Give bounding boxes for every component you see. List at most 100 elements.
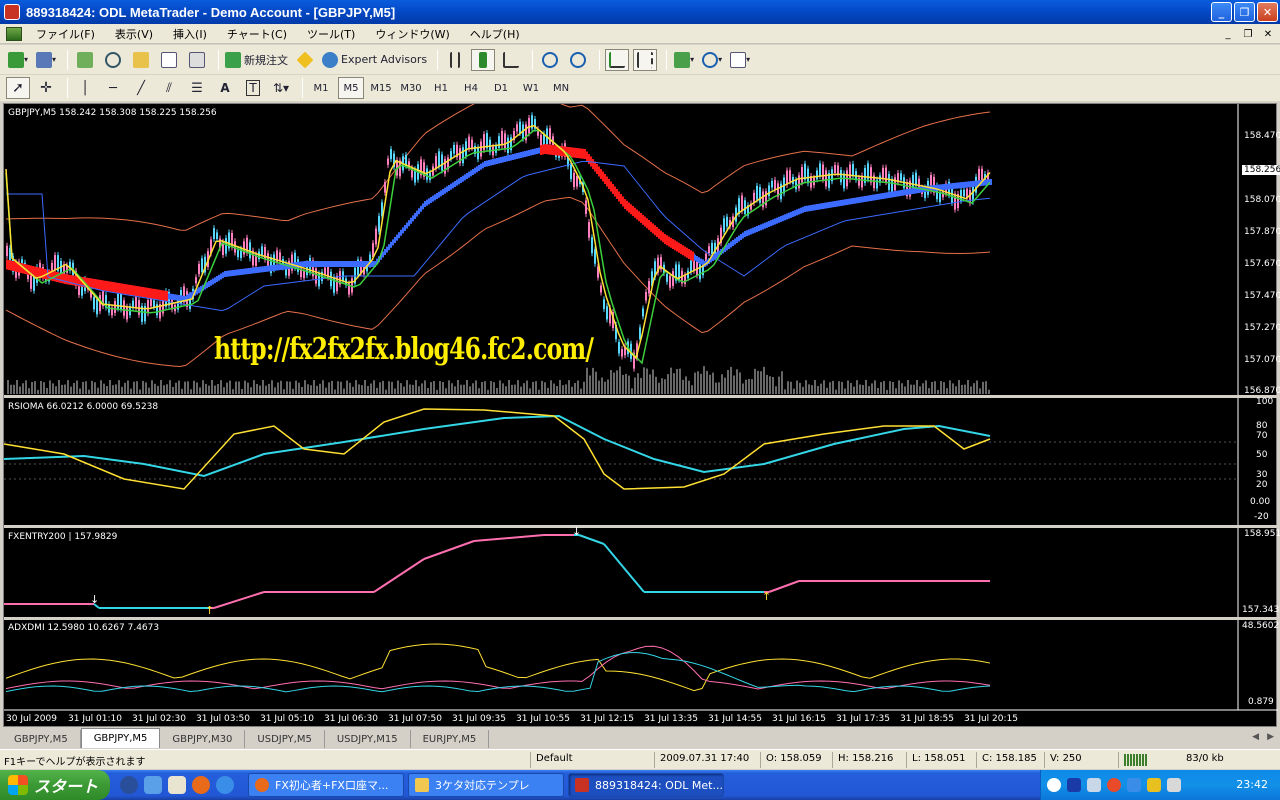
vertical-line-button[interactable]: │ xyxy=(73,77,97,99)
ma-ribbon-segment xyxy=(906,189,908,195)
menu-insert[interactable]: 挿入(I) xyxy=(163,26,217,42)
timeframe-m30-button[interactable]: M30 xyxy=(398,77,424,99)
ma-ribbon-segment xyxy=(684,246,686,257)
chart-window[interactable]: ↓ ↑ ↓ ↑ GBPJPY,M5 158.242 158.308 158.225 1… xyxy=(3,103,1280,728)
task-metatrader[interactable]: 889318424: ODL Met... xyxy=(568,773,724,797)
ma-ribbon-segment xyxy=(152,288,154,299)
ma-ribbon-segment xyxy=(864,196,866,202)
tab-eurjpy-m5[interactable]: EURJPY,M5 xyxy=(411,730,490,748)
market-watch-button[interactable] xyxy=(73,49,97,71)
candle-body xyxy=(840,169,842,183)
navigator-button[interactable] xyxy=(129,49,153,71)
browser-icon[interactable] xyxy=(144,776,162,794)
ma-ribbon-segment xyxy=(990,179,992,185)
tray-security-icon[interactable] xyxy=(1107,778,1121,792)
timeframe-mn-button[interactable]: MN xyxy=(548,77,574,99)
close-button[interactable]: ✕ xyxy=(1257,2,1278,22)
line-chart-button[interactable] xyxy=(499,49,523,71)
task-folder[interactable]: 3ケタ対応テンプレ xyxy=(408,773,564,797)
firefox-icon[interactable] xyxy=(192,776,210,794)
candlestick-button[interactable] xyxy=(471,48,496,71)
ma-ribbon-segment xyxy=(102,280,104,291)
data-window-button[interactable] xyxy=(101,49,125,71)
timeframe-h1-button[interactable]: H1 xyxy=(428,77,454,99)
ma-ribbon-segment xyxy=(274,264,276,271)
horizontal-line-button[interactable]: ─ xyxy=(101,77,125,99)
trendline-button[interactable]: ╱ xyxy=(129,77,153,99)
email-icon[interactable] xyxy=(168,776,186,794)
ma-ribbon-segment xyxy=(476,166,478,173)
mdi-minimize-button[interactable]: _ xyxy=(1220,27,1236,41)
ma-ribbon-segment xyxy=(574,147,576,158)
terminal-button[interactable] xyxy=(157,49,181,71)
timeframe-m1-button[interactable]: M1 xyxy=(308,77,334,99)
chart-document-icon[interactable] xyxy=(6,26,22,41)
ma-ribbon-segment xyxy=(868,195,870,202)
restore-button[interactable]: ❐ xyxy=(1234,2,1255,22)
menu-window[interactable]: ウィンドウ(W) xyxy=(365,26,459,42)
candle-body xyxy=(468,136,470,149)
ma-ribbon-segment xyxy=(772,219,774,226)
fibonacci-button[interactable]: ☰ xyxy=(185,77,209,99)
menu-file[interactable]: ファイル(F) xyxy=(26,26,105,42)
media-player-icon[interactable] xyxy=(120,776,138,794)
minimize-button[interactable]: _ xyxy=(1211,2,1232,22)
new-order-button[interactable]: 新規注文 xyxy=(224,49,289,71)
mdi-close-button[interactable]: ✕ xyxy=(1260,27,1276,41)
menu-tools[interactable]: ツール(T) xyxy=(297,26,365,42)
ma-ribbon-segment xyxy=(162,290,164,301)
cursor-button[interactable]: ➚ xyxy=(6,77,30,99)
timeframe-h4-button[interactable]: H4 xyxy=(458,77,484,99)
tray-sound-icon[interactable] xyxy=(1087,778,1101,792)
crosshair-button[interactable]: ✛ xyxy=(34,77,58,99)
task-firefox[interactable]: FX初心者+FX口座マ... xyxy=(248,773,404,797)
timeframe-m15-button[interactable]: M15 xyxy=(368,77,394,99)
tab-usdjpy-m15[interactable]: USDJPY,M15 xyxy=(325,730,411,748)
new-chart-button[interactable]: ▾ xyxy=(6,49,30,71)
tray-expand-icon[interactable] xyxy=(1047,778,1061,792)
ma-ribbon-segment xyxy=(456,179,458,186)
chart-canvas[interactable]: ↓ ↑ ↓ ↑ xyxy=(4,104,1278,728)
tab-usdjpy-m5[interactable]: USDJPY,M5 xyxy=(245,730,325,748)
timeframe-w1-button[interactable]: W1 xyxy=(518,77,544,99)
arrows-button[interactable]: ⇅▾ xyxy=(269,77,293,99)
tab-gbpjpy-m30[interactable]: GBPJPY,M30 xyxy=(160,730,246,748)
tray-network-icon[interactable] xyxy=(1127,778,1141,792)
internet-explorer-icon[interactable] xyxy=(216,776,234,794)
tab-gbpjpy-m5-active[interactable]: GBPJPY,M5 xyxy=(80,728,161,748)
timeframe-d1-button[interactable]: D1 xyxy=(488,77,514,99)
metaeditor-button[interactable] xyxy=(293,49,317,71)
profiles-icon xyxy=(35,51,52,68)
cursor-arrow-icon: ➚ xyxy=(12,80,24,96)
candle-body xyxy=(390,149,392,160)
mdi-restore-button[interactable]: ❐ xyxy=(1240,27,1256,41)
channel-button[interactable]: ⫽ xyxy=(157,77,181,99)
auto-scroll-button[interactable] xyxy=(605,48,630,71)
zoom-in-button[interactable] xyxy=(538,49,562,71)
periods-button[interactable]: ▾ xyxy=(700,49,724,71)
bar-chart-button[interactable] xyxy=(443,49,467,71)
tab-gbpjpy-m5[interactable]: GBPJPY,M5 xyxy=(2,730,81,748)
tray-volume-icon[interactable] xyxy=(1167,778,1181,792)
tray-ime-icon[interactable] xyxy=(1067,778,1081,792)
tray-update-icon[interactable] xyxy=(1147,778,1161,792)
chart-shift-button[interactable] xyxy=(633,48,658,71)
start-button[interactable]: スタート xyxy=(0,770,110,800)
menu-view[interactable]: 表示(V) xyxy=(105,26,163,42)
tab-scroll-right-icon[interactable]: ▶ xyxy=(1267,732,1274,742)
ma-ribbon-segment xyxy=(190,292,192,299)
menu-chart[interactable]: チャート(C) xyxy=(217,26,297,42)
text-label-button[interactable]: T xyxy=(241,77,265,99)
profiles-button[interactable]: ▾ xyxy=(34,49,58,71)
strategy-tester-button[interactable] xyxy=(185,49,209,71)
indicators-button[interactable]: ▾ xyxy=(672,49,696,71)
zoom-out-button[interactable] xyxy=(566,49,590,71)
ma-ribbon-segment xyxy=(468,171,470,178)
templates-button[interactable]: ▾ xyxy=(728,49,752,71)
tab-scroll-left-icon[interactable]: ◀ xyxy=(1252,732,1259,742)
text-button[interactable]: A xyxy=(213,77,237,99)
expert-advisors-button[interactable]: Expert Advisors xyxy=(321,49,428,71)
menu-help[interactable]: ヘルプ(H) xyxy=(460,26,530,42)
buy-arrow-icon: ↑ xyxy=(762,590,771,603)
timeframe-m5-button[interactable]: M5 xyxy=(338,77,364,99)
